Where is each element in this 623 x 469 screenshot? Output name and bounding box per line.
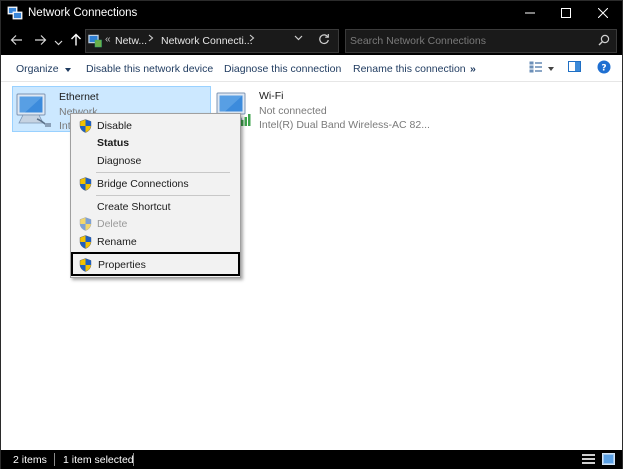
help-icon: ?: [597, 60, 611, 77]
breadcrumb-separator[interactable]: [148, 34, 154, 45]
chevron-down-icon: [548, 62, 554, 74]
connection-item-wifi[interactable]: Wi-Fi Not connected Intel(R) Dual Band W…: [213, 86, 430, 132]
status-bar: 2 items 1 item selected: [1, 450, 622, 469]
close-icon: [597, 7, 609, 21]
control-panel-icon: [88, 34, 102, 51]
ethernet-adapter-icon: [15, 91, 53, 132]
refresh-icon: [318, 34, 330, 48]
change-view-button[interactable]: [529, 60, 554, 76]
maximize-button[interactable]: [549, 1, 583, 27]
preview-pane-icon: [568, 61, 581, 75]
diagnose-connection-button[interactable]: Diagnose this connection: [224, 63, 341, 75]
search-box[interactable]: [345, 29, 617, 53]
menu-item-delete[interactable]: Delete: [72, 215, 239, 233]
help-button[interactable]: ?: [597, 60, 611, 76]
up-button[interactable]: [67, 32, 85, 50]
organize-menu[interactable]: Organize: [16, 63, 71, 75]
address-bar: « Netw... Network Connecti...: [1, 27, 622, 55]
breadcrumb-overflow[interactable]: «: [105, 34, 111, 45]
menu-separator: [96, 172, 230, 173]
chevron-down-icon: [294, 33, 303, 44]
forward-button[interactable]: [31, 32, 49, 50]
minimize-button[interactable]: [513, 1, 547, 27]
menu-item-label: Rename: [97, 236, 137, 248]
arrow-left-icon: [10, 34, 23, 49]
search-input[interactable]: [350, 33, 590, 49]
connection-name: Ethernet: [59, 91, 99, 103]
uac-shield-icon: [79, 217, 92, 234]
preview-pane-button[interactable]: [568, 60, 581, 76]
network-connections-icon: [7, 6, 23, 21]
menu-item-rename[interactable]: Rename: [72, 233, 239, 251]
status-separator: [54, 453, 55, 466]
menu-separator: [96, 195, 230, 196]
chevron-down-icon: [64, 63, 71, 75]
connection-status: Not connected: [259, 105, 327, 117]
disable-device-button[interactable]: Disable this network device: [86, 63, 213, 75]
address-history-button[interactable]: [294, 33, 303, 44]
menu-item-disable[interactable]: Disable: [72, 117, 239, 135]
connection-name: Wi-Fi: [259, 90, 284, 102]
command-bar: Organize Disable this network device Dia…: [1, 55, 622, 82]
uac-shield-icon: [79, 235, 92, 252]
maximize-icon: [561, 7, 571, 21]
menu-item-status[interactable]: Status: [72, 134, 239, 152]
large-icons-view-button[interactable]: [602, 453, 615, 468]
context-menu: Disable Status Diagnose Bridge Connectio…: [70, 113, 241, 278]
menu-item-properties[interactable]: Properties: [71, 252, 240, 276]
menu-item-label: Properties: [98, 259, 146, 271]
organize-label: Organize: [16, 63, 59, 75]
minimize-icon: [525, 8, 535, 21]
rename-connection-button[interactable]: Rename this connection: [353, 63, 466, 75]
selection-count: 1 item selected: [63, 454, 134, 466]
arrow-up-icon: [70, 33, 82, 49]
item-count: 2 items: [13, 454, 47, 466]
menu-item-create-shortcut[interactable]: Create Shortcut: [72, 198, 239, 216]
details-view-icon: [582, 454, 595, 468]
breadcrumb-item-network[interactable]: Netw...: [115, 35, 147, 47]
change-view-icon: [529, 61, 543, 76]
menu-item-diagnose[interactable]: Diagnose: [72, 152, 239, 170]
details-view-button[interactable]: [582, 453, 595, 468]
uac-shield-icon: [79, 177, 92, 194]
menu-item-label: Bridge Connections: [97, 178, 189, 190]
menu-item-label: Delete: [97, 218, 128, 230]
refresh-button[interactable]: [318, 33, 330, 48]
connection-adapter: Intel(R) Dual Band Wireless-AC 82...: [259, 119, 430, 131]
more-commands-button[interactable]: »: [470, 63, 476, 75]
arrow-right-icon: [34, 34, 47, 49]
menu-item-label: Create Shortcut: [97, 201, 171, 213]
breadcrumb[interactable]: « Netw... Network Connecti...: [85, 29, 339, 53]
window-title: Network Connections: [28, 7, 138, 19]
back-button[interactable]: [7, 32, 25, 50]
recent-locations-button[interactable]: [51, 32, 65, 50]
status-separator: [133, 453, 134, 466]
title-bar[interactable]: Network Connections: [1, 1, 622, 27]
menu-item-label: Status: [97, 137, 130, 149]
chevron-down-icon: [54, 34, 63, 49]
uac-shield-icon: [79, 258, 92, 275]
close-button[interactable]: [586, 1, 620, 27]
menu-item-label: Disable: [97, 120, 133, 132]
search-icon[interactable]: [598, 34, 610, 49]
menu-item-bridge-connections[interactable]: Bridge Connections: [72, 175, 239, 193]
svg-text:?: ?: [601, 63, 606, 73]
menu-item-label: Diagnose: [97, 155, 142, 167]
explorer-window: Network Connections « Netw... Network Co…: [0, 0, 623, 469]
breadcrumb-separator[interactable]: [249, 34, 255, 45]
breadcrumb-item-network-connections[interactable]: Network Connecti...: [161, 35, 253, 47]
large-icons-view-icon: [602, 453, 615, 468]
